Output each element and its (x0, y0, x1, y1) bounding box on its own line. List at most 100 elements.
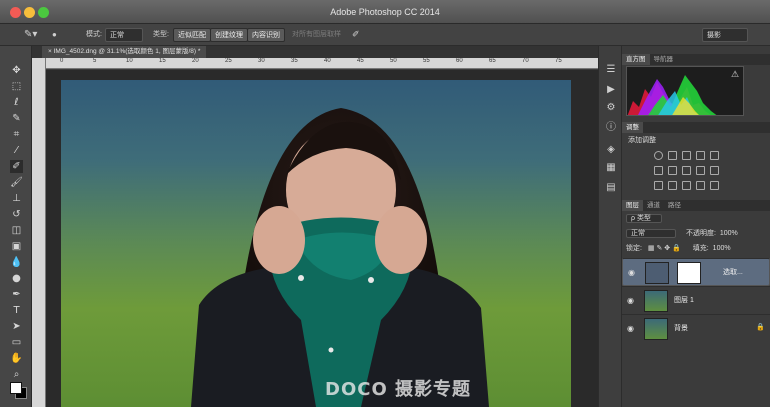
type-label: 类型: (153, 31, 169, 38)
ruler-label: 40 (324, 58, 331, 64)
visibility-eye-icon[interactable]: ◉ (627, 296, 634, 305)
patch-tool-preset-icon[interactable]: ✎▾ (24, 28, 37, 42)
path-select-tool-icon[interactable]: ➤ (10, 320, 23, 333)
crop-tool-icon[interactable]: ⌗ (10, 128, 23, 141)
ruler-label: 25 (225, 58, 232, 64)
adjustments-panel-tabs: 调整 (622, 122, 770, 133)
shape-tool-icon[interactable]: ▭ (10, 336, 23, 349)
vertical-ruler (32, 58, 46, 407)
opacity-value[interactable]: 100% (720, 230, 738, 237)
ruler-label: 30 (258, 58, 265, 64)
posterize-adjustment-icon[interactable] (668, 181, 677, 190)
right-panel-dock: 直方图 导航器 ⚠ 调整 添加调整 图层 通道 路径 ρ 类型 正常 不透明度: 10… (622, 46, 770, 407)
adjustment-layer-thumbnail (645, 262, 669, 284)
fill-value[interactable]: 100% (713, 245, 731, 252)
type-tool-icon[interactable]: T (10, 304, 23, 317)
clone-stamp-tool-icon[interactable]: ⊥ (10, 192, 23, 205)
title-bar: Adobe Photoshop CC 2014 (0, 0, 770, 24)
hue-saturation-adjustment-icon[interactable] (654, 166, 663, 175)
hand-tool-icon[interactable]: ✋ (10, 352, 23, 365)
tab-adjustments[interactable]: 调整 (622, 122, 643, 133)
blend-mode-select[interactable]: 正常 (626, 229, 676, 238)
sample-all-layers-checkbox[interactable]: 对所有图层取样 (292, 28, 341, 42)
layer-thumbnail (644, 290, 668, 312)
channel-mixer-adjustment-icon[interactable] (710, 166, 719, 175)
brush-size-icon[interactable]: ● (52, 28, 57, 42)
gradient-tool-icon[interactable]: ▣ (10, 240, 23, 253)
lock-fill-row: 锁定: ▦ ✎ ✥ 🔒 填充: 100% (626, 242, 766, 255)
content-aware-button[interactable]: 内容识别 (247, 28, 285, 42)
ruler-label: 50 (390, 58, 397, 64)
marquee-tool-icon[interactable]: ⬚ (10, 80, 23, 93)
threshold-adjustment-icon[interactable] (682, 181, 691, 190)
layer-mask-thumbnail[interactable] (677, 262, 701, 284)
mode-select[interactable]: 正常 (105, 28, 143, 42)
layer-name: 选取... (723, 269, 743, 276)
brightness-adjustment-icon[interactable] (654, 151, 663, 160)
layer-row-background[interactable]: ◉ 背景 🔒 (622, 314, 770, 342)
quick-select-tool-icon[interactable]: ✎ (10, 112, 23, 125)
info-panel-icon[interactable]: ⓘ (605, 122, 617, 134)
tab-navigator[interactable]: 导航器 (650, 54, 678, 65)
history-panel-icon[interactable]: ☰ (605, 64, 617, 76)
ruler-label: 55 (423, 58, 430, 64)
curves-adjustment-icon[interactable] (682, 151, 691, 160)
history-brush-tool-icon[interactable]: ↺ (10, 208, 23, 221)
vibrance-adjustment-icon[interactable] (710, 151, 719, 160)
workspace-select[interactable]: 摄影 (702, 28, 748, 42)
ruler-label: 65 (489, 58, 496, 64)
opacity-label: 不透明度: (685, 230, 716, 237)
add-adjustment-title: 添加调整 (628, 137, 656, 144)
proximity-match-button[interactable]: 近似匹配 (173, 28, 211, 42)
layer-row-selective-color[interactable]: ◉ 选取... (622, 258, 770, 286)
brush-tool-icon[interactable]: 🖌 (10, 176, 23, 189)
fill-label: 填充: (692, 245, 709, 252)
swatches-panel-icon[interactable]: ◈ (605, 144, 617, 156)
pen-tool-icon[interactable]: ✒ (10, 288, 23, 301)
histogram-panel-tabs: 直方图 导航器 (622, 54, 770, 65)
horizontal-ruler: 0 5 10 15 20 25 30 35 40 45 50 55 60 65 … (46, 58, 598, 69)
eraser-tool-icon[interactable]: ◫ (10, 224, 23, 237)
exposure-adjustment-icon[interactable] (696, 151, 705, 160)
tab-channels[interactable]: 通道 (643, 200, 664, 211)
color-balance-adjustment-icon[interactable] (668, 166, 677, 175)
properties-panel-icon[interactable]: ⚙ (605, 102, 617, 114)
eyedropper-tool-icon[interactable]: ⁄ (10, 144, 23, 157)
visibility-eye-icon[interactable]: ◉ (627, 324, 634, 333)
filter-kind-select[interactable]: ρ 类型 (626, 214, 662, 223)
blur-tool-icon[interactable]: 💧 (10, 256, 23, 269)
black-white-adjustment-icon[interactable] (682, 166, 691, 175)
ruler-label: 15 (159, 58, 166, 64)
lasso-tool-icon[interactable]: ℓ (10, 96, 23, 109)
foreground-color-swatch[interactable] (10, 382, 22, 394)
selective-color-adjustment-icon[interactable] (710, 181, 719, 190)
patch-tool-icon[interactable]: ✐ (10, 160, 23, 173)
document-photo[interactable] (61, 80, 571, 407)
tools-panel: ✥ ⬚ ℓ ✎ ⌗ ⁄ ✐ 🖌 ⊥ ↺ ◫ ▣ 💧 ● ✒ T ➤ ▭ ✋ ⌕ (0, 46, 32, 407)
brush-pressure-icon[interactable]: ✐ (352, 28, 360, 42)
levels-adjustment-icon[interactable] (668, 151, 677, 160)
move-tool-icon[interactable]: ✥ (10, 64, 23, 77)
layer-row-layer-1[interactable]: ◉ 图层 1 (622, 286, 770, 314)
lock-icon: 🔒 (756, 323, 765, 331)
tab-paths[interactable]: 路径 (664, 200, 685, 211)
tab-layers[interactable]: 图层 (622, 200, 643, 211)
create-texture-button[interactable]: 创建纹理 (210, 28, 248, 42)
styles-panel-icon[interactable]: ▦ (605, 162, 617, 174)
ruler-label: 70 (522, 58, 529, 64)
portrait-image (191, 108, 489, 407)
actions-panel-icon[interactable]: ▶ (605, 84, 617, 96)
document-tab[interactable]: × IMG_4502.dng @ 31.1%(选取颜色 1, 图层蒙版/8) * (42, 46, 207, 58)
gradient-map-adjustment-icon[interactable] (696, 181, 705, 190)
ruler-label: 10 (126, 58, 133, 64)
lock-icons[interactable]: ▦ ✎ ✥ 🔒 (648, 245, 681, 252)
tab-histogram[interactable]: 直方图 (622, 54, 650, 65)
layer-thumbnail (644, 318, 668, 340)
invert-adjustment-icon[interactable] (654, 181, 663, 190)
zoom-tool-icon[interactable]: ⌕ (10, 368, 23, 381)
dodge-tool-icon[interactable]: ● (10, 272, 23, 285)
brush-panel-icon[interactable]: ▤ (605, 182, 617, 194)
visibility-eye-icon[interactable]: ◉ (628, 268, 635, 277)
photo-filter-adjustment-icon[interactable] (696, 166, 705, 175)
svg-text:⚠: ⚠ (731, 70, 739, 80)
